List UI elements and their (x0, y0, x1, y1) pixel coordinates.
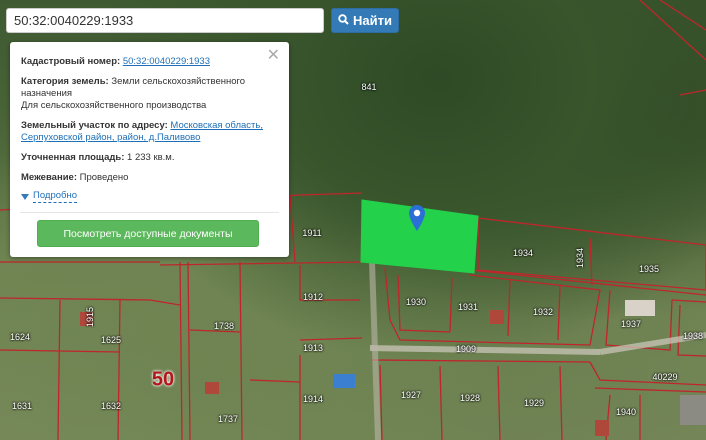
cadastral-link[interactable]: 50:32:0040229:1933 (123, 56, 210, 67)
plot-label: 1928 (459, 393, 481, 403)
plot-label: 1929 (523, 398, 545, 408)
plot-label: 1914 (302, 394, 324, 404)
address-row: Земельный участок по адресу: Московская … (21, 120, 278, 144)
divider (20, 212, 279, 213)
plot-label: 1937 (620, 319, 642, 329)
plot-label: 1934 (512, 248, 534, 258)
plot-label: 1938 (682, 331, 704, 341)
plot-label: 1632 (100, 401, 122, 411)
plot-label: 1915 (85, 306, 95, 328)
details-toggle[interactable]: Подробно (21, 190, 278, 203)
search-button-label: Найти (353, 13, 392, 28)
quarter-label: 50 (151, 368, 175, 391)
plot-label: 1737 (217, 414, 239, 424)
category-label: Категория земель: (21, 76, 109, 87)
plot-label: 1927 (400, 390, 422, 400)
plot-label: 1935 (638, 264, 660, 274)
caret-down-icon (21, 193, 29, 200)
area-row: Уточненная площадь: 1 233 кв.м. (21, 152, 278, 164)
area-label: Уточненная площадь: (21, 152, 125, 163)
survey-label: Межевание: (21, 172, 77, 183)
plot-label: 1624 (9, 332, 31, 342)
plot-label: 1625 (100, 335, 122, 345)
close-icon[interactable]: ✕ (267, 48, 280, 64)
plot-label: 1738 (213, 321, 235, 331)
plot-label: 1932 (532, 307, 554, 317)
category-row: Категория земель: Земли сельскохозяйстве… (21, 76, 278, 112)
boundary-line (289, 194, 296, 263)
survey-row: Межевание: Проведено (21, 172, 278, 184)
plot-label: 1911 (302, 228, 322, 238)
category-usage: Для сельскохозяйственного производства (21, 100, 207, 111)
survey-value: Проведено (79, 172, 129, 183)
cadastral-label: Кадастровый номер: (21, 56, 121, 67)
search-input[interactable] (6, 8, 324, 33)
plot-label: 1930 (405, 297, 427, 307)
details-link[interactable]: Подробно (33, 190, 77, 203)
address-label: Земельный участок по адресу: (21, 120, 168, 131)
area-value: 1 233 кв.м. (127, 152, 175, 163)
plot-label: 1912 (302, 292, 324, 302)
plot-label: 1934 (575, 247, 585, 269)
search-icon (338, 13, 349, 28)
search-button[interactable]: Найти (331, 8, 399, 33)
plot-label: 1913 (302, 343, 324, 353)
plot-label: 1940 (615, 407, 637, 417)
plot-label: 841 (361, 82, 377, 92)
plot-label: 40229 (652, 372, 678, 382)
plot-label: 1631 (11, 401, 33, 411)
plot-label: 1909 (455, 344, 477, 354)
view-documents-button[interactable]: Посмотреть доступные документы (37, 220, 259, 247)
plot-label: 1931 (457, 302, 479, 312)
cadastral-row: Кадастровый номер: 50:32:0040229:1933 (21, 56, 278, 68)
parcel-info-popup: ✕ Кадастровый номер: 50:32:0040229:1933 … (10, 42, 289, 257)
